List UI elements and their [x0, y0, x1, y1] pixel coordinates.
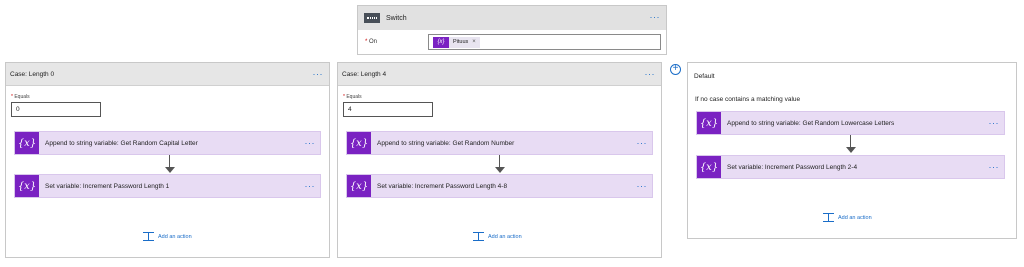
- action-card[interactable]: {x} Append to string variable: Get Rando…: [346, 131, 653, 155]
- add-action-icon: [143, 232, 154, 241]
- case-title: Case: Length 4: [342, 71, 387, 78]
- add-action-label: Add an action: [838, 214, 872, 221]
- action-menu-icon[interactable]: ···: [305, 182, 316, 191]
- action-card[interactable]: {x} Set variable: Increment Password Len…: [14, 174, 321, 198]
- case-header[interactable]: Case: Length 0 ···: [6, 63, 329, 86]
- action-menu-icon[interactable]: ···: [305, 139, 316, 148]
- action-title: Set variable: Increment Password Length …: [727, 164, 858, 171]
- token-label: Pituus: [453, 39, 469, 45]
- equals-label: * Equals: [11, 94, 30, 100]
- action-card[interactable]: {x} Set variable: Increment Password Len…: [696, 155, 1005, 179]
- add-action-button[interactable]: Add an action: [473, 232, 522, 241]
- add-action-button[interactable]: Add an action: [143, 232, 192, 241]
- add-action-label: Add an action: [158, 233, 192, 240]
- variable-icon: {x}: [347, 175, 371, 197]
- switch-on-label: * On: [365, 39, 378, 45]
- action-title: Append to string variable: Get Random Ca…: [45, 140, 198, 147]
- case-panel-length-4: Case: Length 4 ··· * Equals 4 {x} Append…: [337, 62, 662, 258]
- equals-label: * Equals: [343, 94, 362, 100]
- switch-card[interactable]: Switch ··· * On {x} Pituus ×: [357, 5, 667, 55]
- variable-icon: {x}: [15, 132, 39, 154]
- token-remove-icon[interactable]: ×: [472, 39, 476, 45]
- equals-input[interactable]: 0: [11, 102, 101, 117]
- add-action-button[interactable]: Add an action: [823, 213, 872, 222]
- case-title: Case: Length 0: [10, 71, 55, 78]
- add-action-icon: [823, 213, 834, 222]
- variable-icon: {x}: [433, 36, 449, 48]
- action-menu-icon[interactable]: ···: [637, 182, 648, 191]
- action-card[interactable]: {x} Set variable: Increment Password Len…: [346, 174, 653, 198]
- down-arrow-icon: [165, 167, 175, 173]
- down-arrow-icon: [846, 147, 856, 153]
- dynamic-content-token[interactable]: {x} Pituus ×: [433, 36, 480, 48]
- action-card[interactable]: {x} Append to string variable: Get Rando…: [14, 131, 321, 155]
- case-header[interactable]: Case: Length 4 ···: [338, 63, 661, 86]
- action-title: Append to string variable: Get Random Nu…: [377, 140, 515, 147]
- action-menu-icon[interactable]: ···: [989, 119, 1000, 128]
- add-action-label: Add an action: [488, 233, 522, 240]
- switch-on-input[interactable]: {x} Pituus ×: [428, 34, 661, 50]
- switch-header[interactable]: Switch: [358, 6, 666, 30]
- variable-icon: {x}: [15, 175, 39, 197]
- action-menu-icon[interactable]: ···: [637, 139, 648, 148]
- action-title: Set variable: Increment Password Length …: [377, 183, 508, 190]
- action-title: Append to string variable: Get Random Lo…: [727, 120, 895, 127]
- action-menu-icon[interactable]: ···: [989, 163, 1000, 172]
- case-panel-length-0: Case: Length 0 ··· * Equals 0 {x} Append…: [5, 62, 330, 258]
- default-description: If no case contains a matching value: [695, 96, 801, 103]
- action-card[interactable]: {x} Append to string variable: Get Rando…: [696, 111, 1005, 135]
- variable-icon: {x}: [697, 112, 721, 134]
- case-menu-icon[interactable]: ···: [645, 70, 656, 79]
- down-arrow-icon: [495, 167, 505, 173]
- default-panel: Default If no case contains a matching v…: [687, 62, 1017, 239]
- add-action-icon: [473, 232, 484, 241]
- equals-input[interactable]: 4: [343, 102, 433, 117]
- switch-title: Switch: [386, 14, 407, 22]
- switch-menu-icon[interactable]: ···: [650, 13, 661, 22]
- switch-icon: [364, 13, 380, 23]
- variable-icon: {x}: [347, 132, 371, 154]
- variable-icon: {x}: [697, 156, 721, 178]
- default-title: Default: [694, 73, 715, 80]
- add-case-icon[interactable]: +: [670, 64, 681, 75]
- action-title: Set variable: Increment Password Length …: [45, 183, 170, 190]
- case-menu-icon[interactable]: ···: [313, 70, 324, 79]
